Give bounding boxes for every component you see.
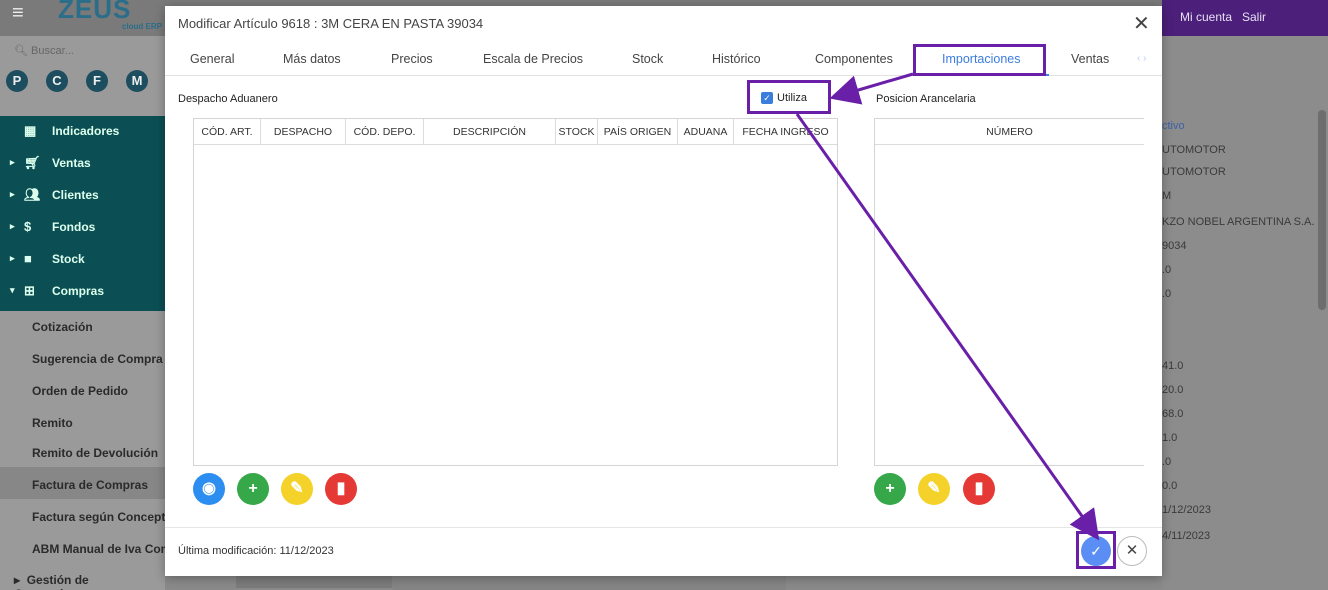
annotation-arrows bbox=[795, 72, 1100, 541]
annotation-arrow-tab-to-checkbox bbox=[829, 72, 914, 105]
annotation-arrow-checkbox-to-confirm bbox=[795, 113, 1100, 541]
